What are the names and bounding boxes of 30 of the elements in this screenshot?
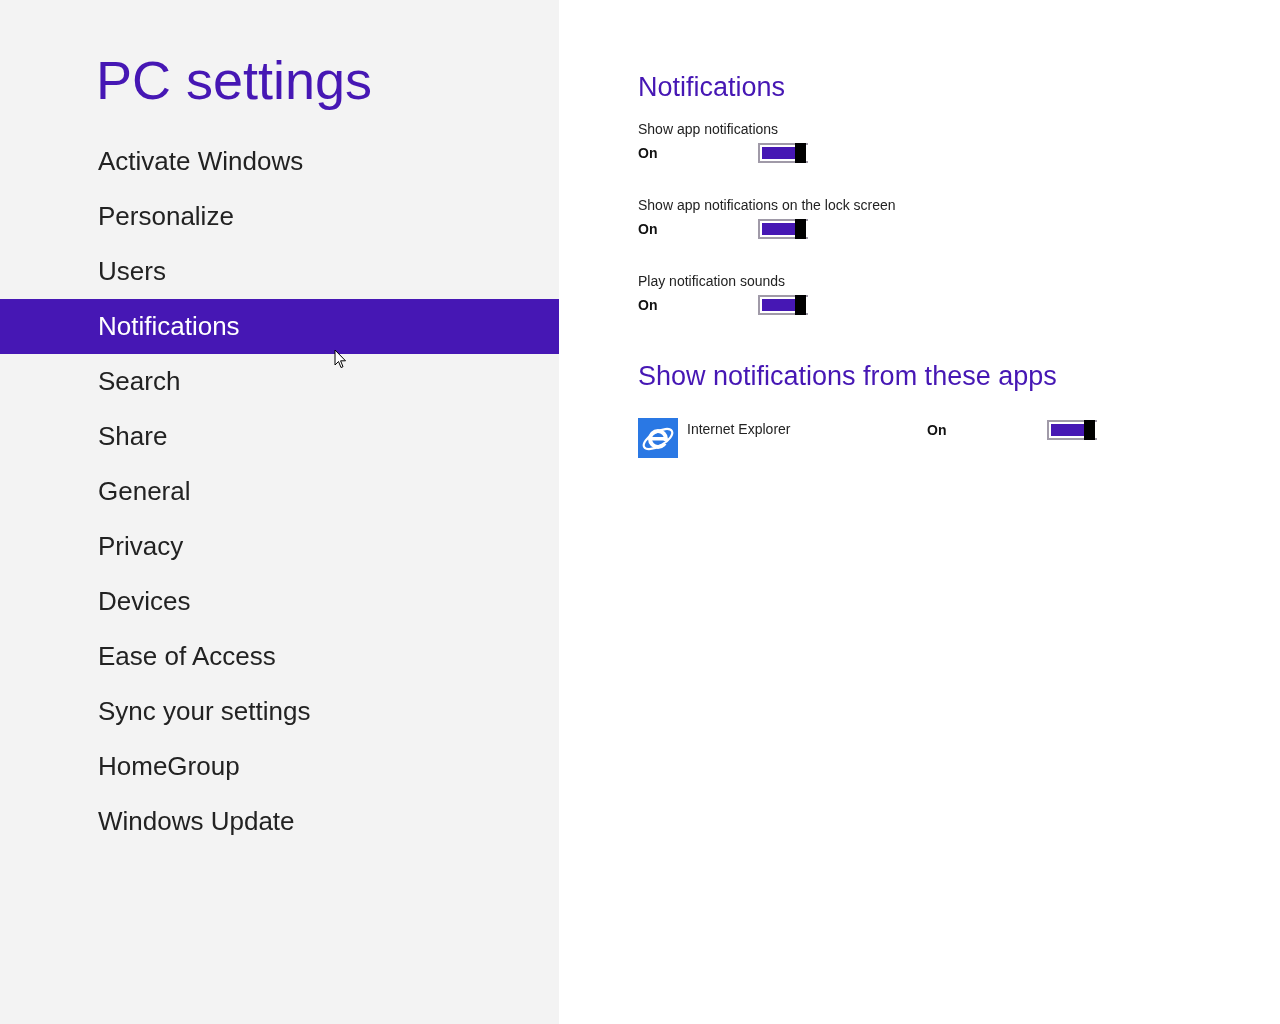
setting-label: Show app notifications on the lock screen xyxy=(638,197,896,213)
mouse-cursor-icon xyxy=(334,349,347,369)
nav-item[interactable]: Devices xyxy=(0,574,559,629)
section-heading: Show notifications from these apps xyxy=(638,361,1057,392)
toggle-state: On xyxy=(927,422,948,438)
setting-label: Play notification sounds xyxy=(638,273,786,289)
nav-item[interactable]: Windows Update xyxy=(0,794,559,849)
nav-item[interactable]: Notifications xyxy=(0,299,559,354)
nav-item[interactable]: Users xyxy=(0,244,559,299)
setting-label: Show app notifications xyxy=(638,121,779,137)
browser-app-icon xyxy=(638,418,678,458)
nav-item[interactable]: Sync your settings xyxy=(0,684,559,739)
section-heading: Notifications xyxy=(638,72,786,103)
nav-item[interactable]: Share xyxy=(0,409,559,464)
toggle-state: On xyxy=(638,297,659,313)
toggle-switch[interactable] xyxy=(758,295,808,315)
nav-item[interactable]: Personalize xyxy=(0,189,559,244)
toggle-state: On xyxy=(638,145,659,161)
toggle-state: On xyxy=(638,221,659,237)
nav-item[interactable]: Activate Windows xyxy=(0,134,559,189)
toggle-switch[interactable] xyxy=(758,143,808,163)
toggle-switch[interactable] xyxy=(758,219,808,239)
nav-item[interactable]: HomeGroup xyxy=(0,739,559,794)
nav-item[interactable]: General xyxy=(0,464,559,519)
app-name: Internet Explorer xyxy=(687,421,792,437)
page-title: PC settings xyxy=(96,49,373,112)
nav-item[interactable]: Ease of Access xyxy=(0,629,559,684)
nav-item[interactable]: Search xyxy=(0,354,559,409)
nav-item[interactable]: Privacy xyxy=(0,519,559,574)
toggle-switch[interactable] xyxy=(1047,420,1097,440)
